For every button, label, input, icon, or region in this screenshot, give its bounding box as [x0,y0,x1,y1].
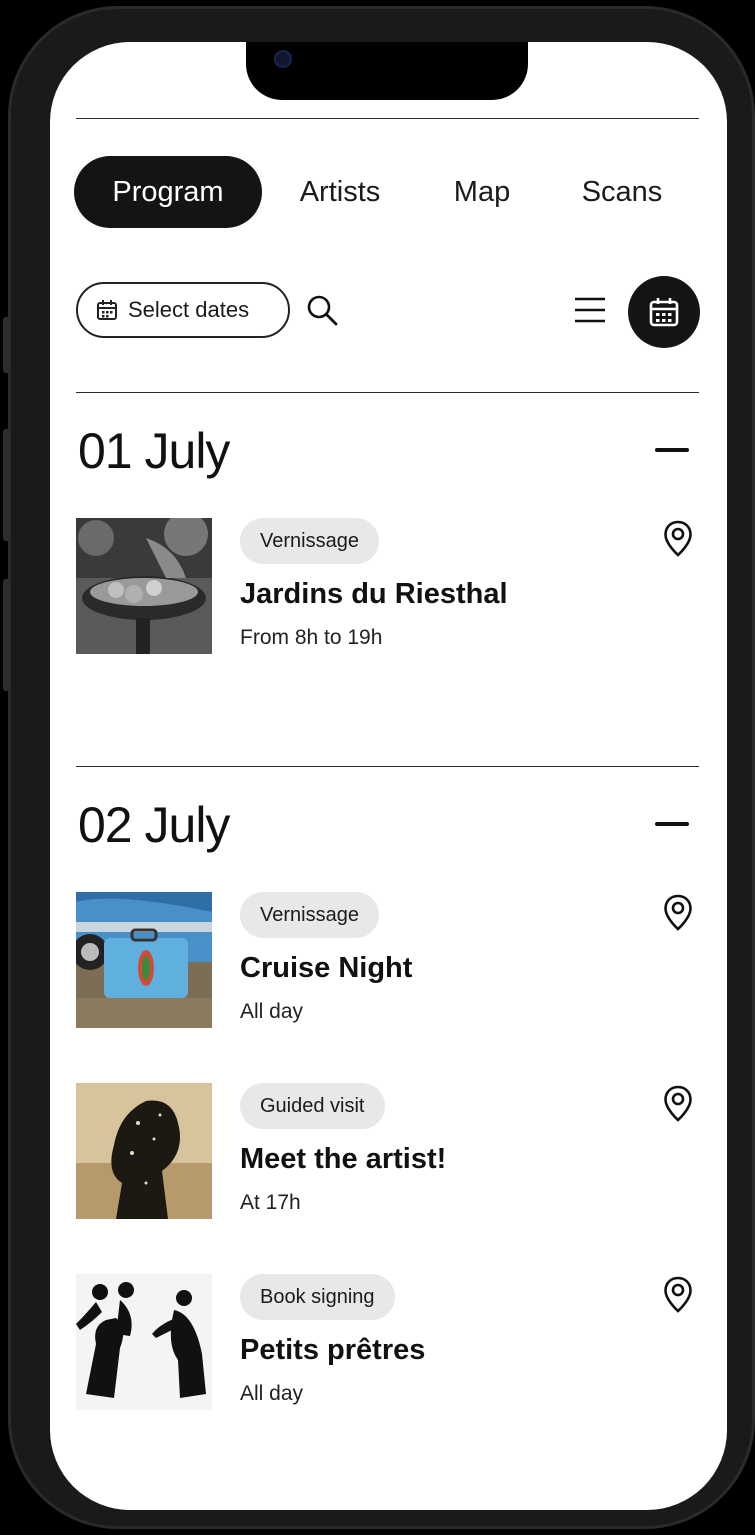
select-dates-button[interactable]: Select dates [76,282,290,338]
event-time: From 8h to 19h [240,626,383,649]
location-pin-icon[interactable] [663,1085,693,1123]
list-view-button[interactable] [568,288,612,332]
event-card[interactable]: Guided visit Meet the artist! At 17h [76,1083,701,1221]
list-view-icon [575,297,605,323]
tab-scans[interactable]: Scans [546,156,698,228]
collapse-day-button[interactable] [655,822,689,826]
day-heading-02-july: 02 July [78,797,230,853]
volume-down-button [3,579,10,691]
event-title: Jardins du Riesthal [240,578,508,610]
location-pin-icon[interactable] [663,894,693,932]
select-dates-label: Select dates [128,297,250,322]
section-divider [76,392,699,393]
tab-map[interactable]: Map [418,156,546,228]
event-card[interactable]: Vernissage Cruise Night All day [76,892,701,1030]
event-thumbnail [76,518,212,654]
tab-bar: Program Artists Map Scans [74,156,698,228]
tab-program[interactable]: Program [74,156,262,228]
event-time: All day [240,1382,304,1405]
event-time: At 17h [240,1191,301,1214]
event-category-tag: Book signing [240,1274,395,1320]
calendar-icon [97,300,117,320]
day-heading-01-july: 01 July [78,423,230,479]
event-category-tag: Vernissage [240,892,379,938]
collapse-day-button[interactable] [655,448,689,452]
location-pin-icon[interactable] [663,1276,693,1314]
section-divider [76,766,699,767]
notch [246,42,528,100]
event-title: Meet the artist! [240,1143,447,1175]
volume-up-button [3,429,10,541]
event-thumbnail [76,1274,212,1410]
tab-artists[interactable]: Artists [262,156,418,228]
location-pin-icon[interactable] [663,520,693,558]
search-button[interactable] [300,288,344,332]
event-card[interactable]: Vernissage Jardins du Riesthal From 8h t… [76,518,701,656]
app-screen: Program Artists Map Scans Select dates 0… [50,42,727,1510]
event-title: Petits prêtres [240,1334,426,1366]
search-icon [307,295,338,326]
event-category-tag: Vernissage [240,518,379,564]
front-camera [274,50,292,68]
calendar-view-button[interactable] [628,276,700,348]
event-card[interactable]: Book signing Petits prêtres All day [76,1274,701,1412]
mute-switch [3,317,10,373]
event-thumbnail [76,892,212,1028]
event-title: Cruise Night [240,952,413,984]
calendar-view-icon [649,298,679,327]
event-time: All day [240,1000,304,1023]
event-category-tag: Guided visit [240,1083,385,1129]
top-divider [76,118,699,119]
event-thumbnail [76,1083,212,1219]
